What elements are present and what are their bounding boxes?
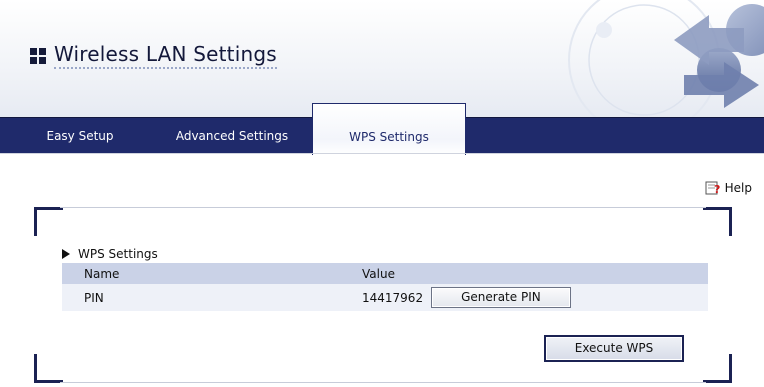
help-label: Help	[724, 181, 752, 195]
svg-text:?: ?	[714, 183, 720, 196]
frame-corner	[703, 207, 732, 236]
section-heading: WPS Settings	[62, 247, 158, 261]
generate-pin-button[interactable]: Generate PIN	[430, 287, 571, 308]
tab-wps-settings[interactable]: WPS Settings	[312, 103, 466, 155]
triangle-right-icon	[62, 249, 70, 259]
column-header-name: Name	[62, 263, 340, 284]
divider	[0, 153, 764, 154]
header: Wireless LAN Settings	[0, 0, 764, 120]
grid-icon	[30, 47, 46, 64]
frame-corner	[703, 354, 732, 383]
frame-corner	[34, 207, 63, 236]
table-row: PIN 14417962 Generate PIN	[62, 284, 708, 311]
network-arrows-graphic	[568, 0, 764, 120]
help-link[interactable]: ? Help	[705, 180, 752, 196]
table-header-row: Name Value	[62, 263, 708, 284]
tab-easy-setup[interactable]: Easy Setup	[30, 118, 130, 154]
page-title: Wireless LAN Settings	[30, 42, 277, 69]
pin-value-cell: 14417962 Generate PIN	[340, 284, 708, 311]
frame-line	[60, 207, 706, 208]
frame-corner	[34, 354, 63, 383]
page-title-text: Wireless LAN Settings	[54, 42, 277, 69]
help-book-icon: ?	[705, 181, 720, 196]
column-header-value: Value	[340, 263, 708, 284]
wps-settings-table: Name Value PIN 14417962 Generate PIN	[62, 263, 708, 311]
execute-wps-button[interactable]: Execute WPS	[544, 335, 684, 362]
frame-line	[60, 382, 706, 383]
header-graphic	[434, 0, 764, 120]
wps-panel: WPS Settings Name Value PIN 14417962 Gen…	[34, 207, 732, 383]
section-heading-text: WPS Settings	[78, 247, 158, 261]
pin-value: 14417962	[362, 290, 424, 305]
tab-advanced-settings[interactable]: Advanced Settings	[162, 118, 302, 154]
tab-bar: Easy Setup Advanced Settings WPS Setting…	[0, 103, 764, 155]
pin-name-cell: PIN	[62, 284, 340, 311]
page: Wireless LAN Settings Easy Setup Advance…	[0, 0, 764, 387]
